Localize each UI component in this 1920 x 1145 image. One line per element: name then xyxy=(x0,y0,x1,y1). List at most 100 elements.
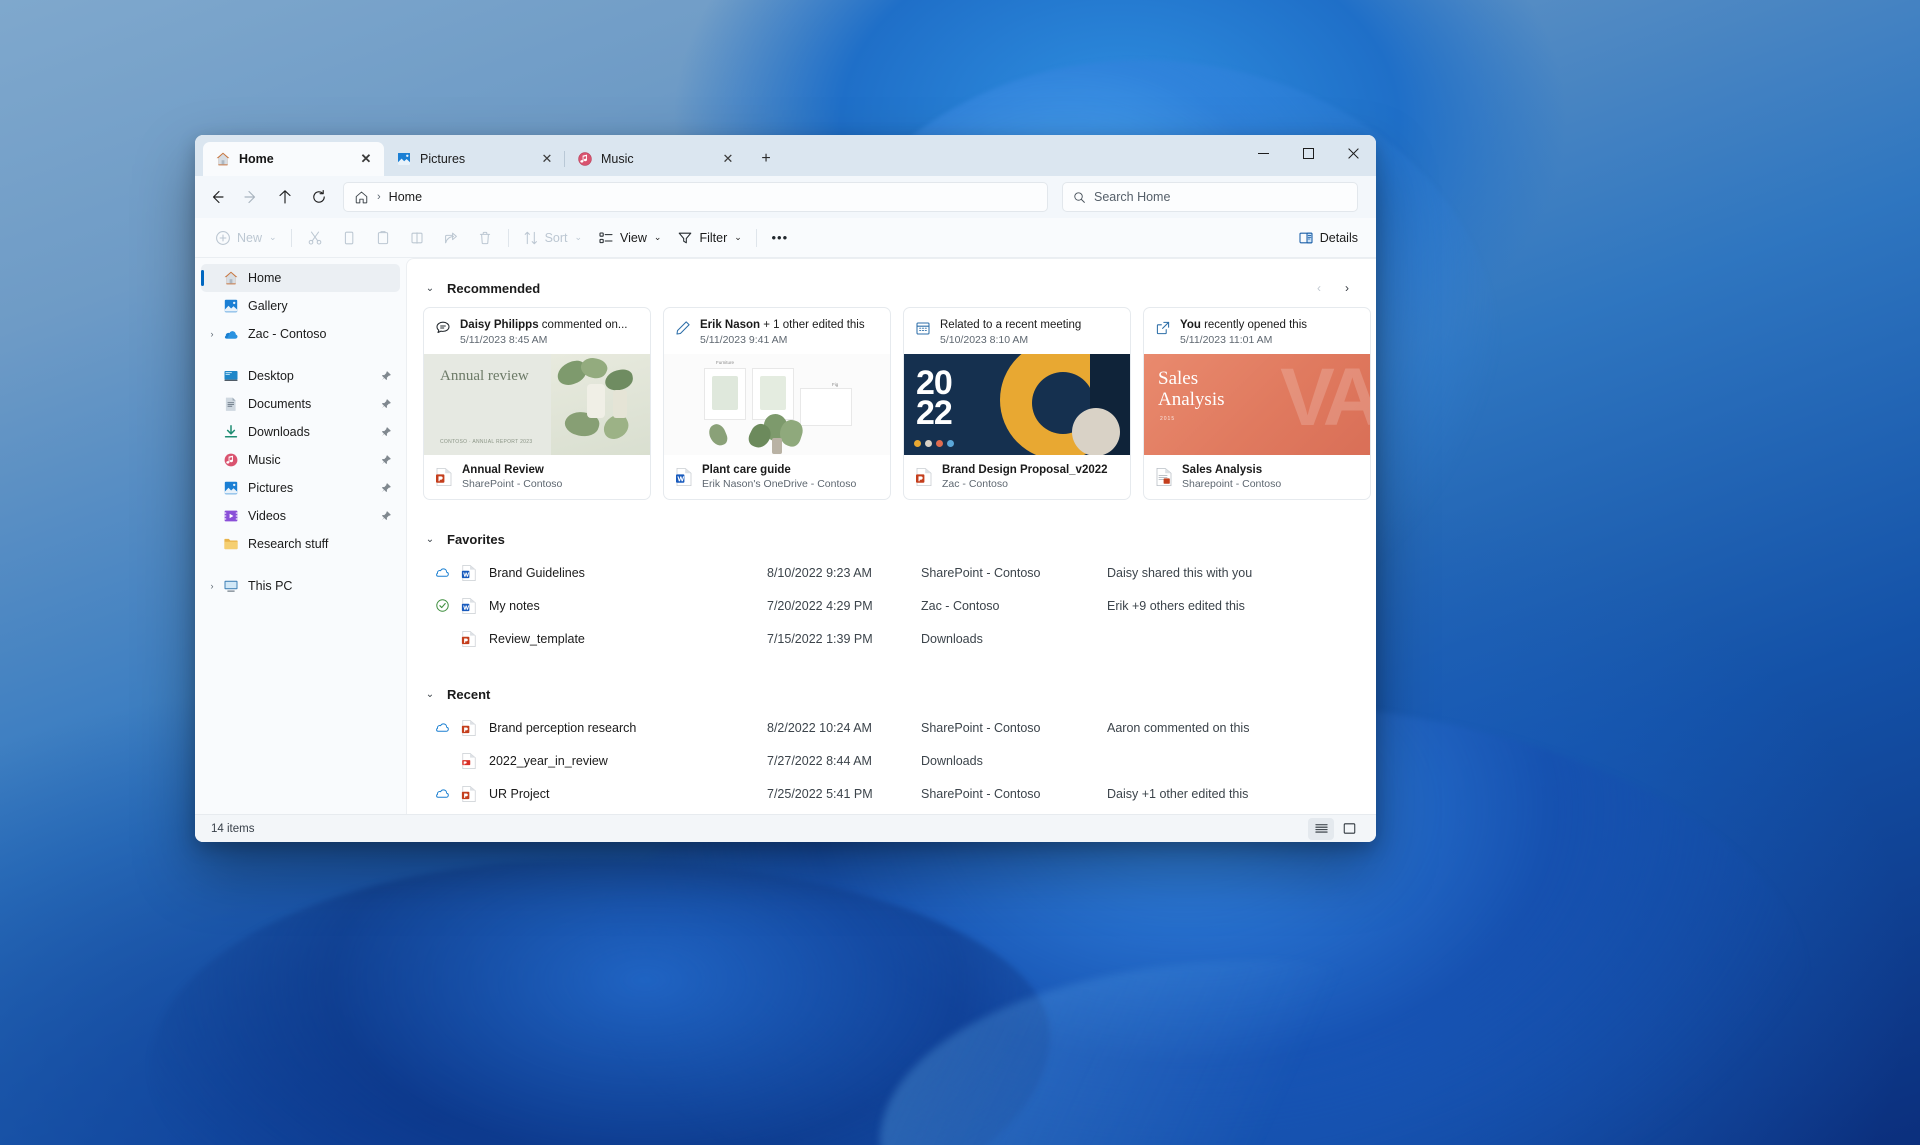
recommended-card-annual-review[interactable]: Daisy Philipps commented on... 5/11/2023… xyxy=(423,307,651,500)
window-caption-buttons xyxy=(1241,135,1376,171)
recommended-card-sales-analysis[interactable]: You recently opened this 5/11/2023 11:01… xyxy=(1143,307,1371,500)
home-icon xyxy=(216,152,230,166)
tab-music[interactable]: Music ✕ xyxy=(564,142,746,176)
back-button[interactable] xyxy=(201,181,233,213)
file-date: 7/20/2022 4:29 PM xyxy=(767,598,873,613)
rename-button[interactable] xyxy=(400,224,434,252)
new-tab-button[interactable]: + xyxy=(752,145,780,173)
details-view-toggle[interactable] xyxy=(1308,817,1334,840)
pin-icon[interactable] xyxy=(380,426,392,438)
tab-home[interactable]: Home ✕ xyxy=(203,142,384,176)
sidebar-item-music[interactable]: Music xyxy=(201,446,400,474)
home-icon[interactable] xyxy=(354,190,369,205)
recent-list: Brand perception research 8/2/2022 10:24… xyxy=(423,711,1360,810)
chevron-down-icon: ⌄ xyxy=(269,232,277,242)
pin-icon[interactable] xyxy=(380,370,392,382)
chevron-down-icon[interactable]: ⌄ xyxy=(423,534,437,545)
word-icon xyxy=(461,597,476,614)
table-row[interactable]: Brand Guidelines 8/10/2022 9:23 AM Share… xyxy=(423,556,1360,589)
overflow-menu-button[interactable]: ••• xyxy=(763,224,797,252)
table-row[interactable]: UR Project 7/25/2022 5:41 PM SharePoint … xyxy=(423,777,1360,810)
thumb-label-1: Furniture xyxy=(716,360,735,365)
filter-button[interactable]: Filter ⌄ xyxy=(669,224,749,252)
recommended-card-plant-care-guide[interactable]: Erik Nason + 1 other edited this 5/11/20… xyxy=(663,307,891,500)
refresh-button[interactable] xyxy=(303,181,335,213)
file-date: 7/27/2022 8:44 AM xyxy=(767,753,872,768)
card-file-source: Erik Nason's OneDrive - Contoso xyxy=(702,478,857,490)
sidebar-item-downloads[interactable]: Downloads xyxy=(201,418,400,446)
table-row[interactable]: 2022_year_in_review 7/27/2022 8:44 AM Do… xyxy=(423,744,1360,777)
tab-pictures[interactable]: Pictures ✕ xyxy=(384,142,565,176)
music-icon xyxy=(224,453,238,467)
large-icons-view-toggle[interactable] xyxy=(1336,818,1362,840)
table-row[interactable]: Brand perception research 8/2/2022 10:24… xyxy=(423,711,1360,744)
breadcrumb[interactable]: › Home xyxy=(343,182,1048,212)
thumb-year-bottom: 22 xyxy=(916,394,953,432)
filter-button-label: Filter xyxy=(699,230,728,245)
tab-divider xyxy=(564,151,565,167)
cut-button[interactable] xyxy=(298,224,332,252)
maximize-button[interactable] xyxy=(1286,135,1331,171)
search-box[interactable]: Search Home xyxy=(1062,182,1358,212)
close-window-button[interactable] xyxy=(1331,135,1376,171)
tab-home-close-icon[interactable]: ✕ xyxy=(356,149,376,169)
sort-icon xyxy=(524,231,537,244)
sidebar-item-research-stuff[interactable]: Research stuff xyxy=(201,530,400,558)
videos-icon xyxy=(224,510,238,522)
file-name: 2022_year_in_review xyxy=(489,753,608,768)
forward-button[interactable] xyxy=(235,181,267,213)
sidebar-item-this-pc[interactable]: › This PC xyxy=(201,572,400,600)
minimize-button[interactable] xyxy=(1241,135,1286,171)
file-explorer-window: Home ✕ Pictures ✕ Music ✕ + › Home Searc… xyxy=(195,135,1376,842)
recommended-next-button[interactable]: › xyxy=(1334,275,1360,301)
table-row[interactable]: My notes 7/20/2022 4:29 PM Zac - Contoso… xyxy=(423,589,1360,622)
sidebar-item-desktop-label: Desktop xyxy=(248,369,294,383)
file-activity: Erik +9 others edited this xyxy=(1107,598,1245,613)
sort-button-label: Sort xyxy=(544,230,568,245)
sidebar-item-documents[interactable]: Documents xyxy=(201,390,400,418)
powerpoint-icon xyxy=(461,719,476,736)
file-source: SharePoint - Contoso xyxy=(921,565,1041,580)
chevron-right-icon[interactable]: › xyxy=(201,329,223,339)
card-footer: Brand Design Proposal_v2022 Zac - Contos… xyxy=(904,455,1130,499)
view-button[interactable]: View ⌄ xyxy=(590,224,669,252)
tab-home-label: Home xyxy=(239,152,274,166)
sidebar-item-gallery[interactable]: Gallery xyxy=(201,292,400,320)
pin-icon[interactable] xyxy=(380,510,392,522)
chevron-down-icon[interactable]: ⌄ xyxy=(423,283,437,294)
pin-icon[interactable] xyxy=(380,482,392,494)
delete-button[interactable] xyxy=(468,224,502,252)
recommended-prev-button[interactable]: ‹ xyxy=(1306,275,1332,301)
pin-icon[interactable] xyxy=(380,398,392,410)
card-header-text: Erik Nason + 1 other edited this 5/11/20… xyxy=(700,318,865,346)
details-pane-label: Details xyxy=(1319,230,1358,245)
details-pane-button[interactable]: Details xyxy=(1290,224,1366,252)
tab-pictures-close-icon[interactable]: ✕ xyxy=(537,149,557,169)
sidebar-item-videos[interactable]: Videos xyxy=(201,502,400,530)
card-activity: You recently opened this xyxy=(1180,318,1307,332)
cloud-icon xyxy=(436,723,449,732)
share-button[interactable] xyxy=(434,224,468,252)
sidebar-item-pictures[interactable]: Pictures xyxy=(201,474,400,502)
search-input[interactable]: Search Home xyxy=(1094,190,1170,204)
chevron-right-icon[interactable]: › xyxy=(201,581,223,591)
copy-button[interactable] xyxy=(332,224,366,252)
sidebar-item-onedrive[interactable]: › Zac - Contoso xyxy=(201,320,400,348)
favorites-section-header: ⌄ Favorites xyxy=(423,522,1360,556)
arrow-left-icon xyxy=(212,190,224,204)
breadcrumb-current[interactable]: Home xyxy=(389,190,422,204)
new-button[interactable]: New ⌄ xyxy=(207,224,285,252)
sidebar-item-desktop[interactable]: Desktop xyxy=(201,362,400,390)
recommended-card-brand-design-proposal[interactable]: Related to a recent meeting 5/10/2023 8:… xyxy=(903,307,1131,500)
chevron-down-icon[interactable]: ⌄ xyxy=(423,689,437,700)
sort-button[interactable]: Sort ⌄ xyxy=(515,224,590,252)
paste-button[interactable] xyxy=(366,224,400,252)
sidebar-item-home[interactable]: Home xyxy=(201,264,400,292)
up-button[interactable] xyxy=(269,181,301,213)
table-row[interactable]: Review_template 7/15/2022 1:39 PM Downlo… xyxy=(423,622,1360,655)
pin-icon[interactable] xyxy=(380,454,392,466)
tab-music-close-icon[interactable]: ✕ xyxy=(718,149,738,169)
card-file-name: Brand Design Proposal_v2022 xyxy=(942,464,1108,476)
recent-title: Recent xyxy=(447,686,491,702)
